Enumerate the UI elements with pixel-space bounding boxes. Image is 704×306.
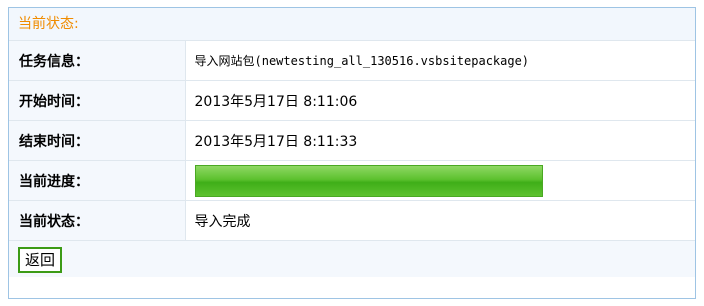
start-time-label: 开始时间： [9, 80, 186, 121]
task-info-value: 导入网站包(newtesting_all_130516.vsbsitepacka… [185, 41, 695, 81]
task-status-panel: 当前状态: 任务信息： 导入网站包(newtesting_all_130516.… [8, 7, 696, 299]
table-row: 开始时间： 2013年5月17日 8:11:06 [9, 80, 695, 121]
table-row: 任务信息： 导入网站包(newtesting_all_130516.vsbsit… [9, 41, 695, 81]
task-info-label: 任务信息： [9, 41, 186, 81]
task-info-table: 任务信息： 导入网站包(newtesting_all_130516.vsbsit… [9, 41, 695, 241]
table-row: 结束时间： 2013年5月17日 8:11:33 [9, 120, 695, 161]
end-time-value: 2013年5月17日 8:11:33 [185, 120, 695, 161]
panel-footer: 返回 [9, 241, 695, 277]
status-label: 当前状态： [9, 200, 186, 241]
start-time-value: 2013年5月17日 8:11:06 [185, 80, 695, 121]
end-time-label: 结束时间： [9, 120, 186, 161]
panel-title: 当前状态: [9, 8, 695, 41]
progress-fill [195, 165, 542, 196]
progress-bar [194, 164, 543, 197]
back-button[interactable]: 返回 [18, 247, 63, 273]
progress-label: 当前进度： [9, 160, 186, 201]
status-value: 导入完成 [185, 200, 695, 241]
table-row: 当前状态： 导入完成 [9, 200, 695, 241]
table-row: 当前进度： [9, 160, 695, 201]
